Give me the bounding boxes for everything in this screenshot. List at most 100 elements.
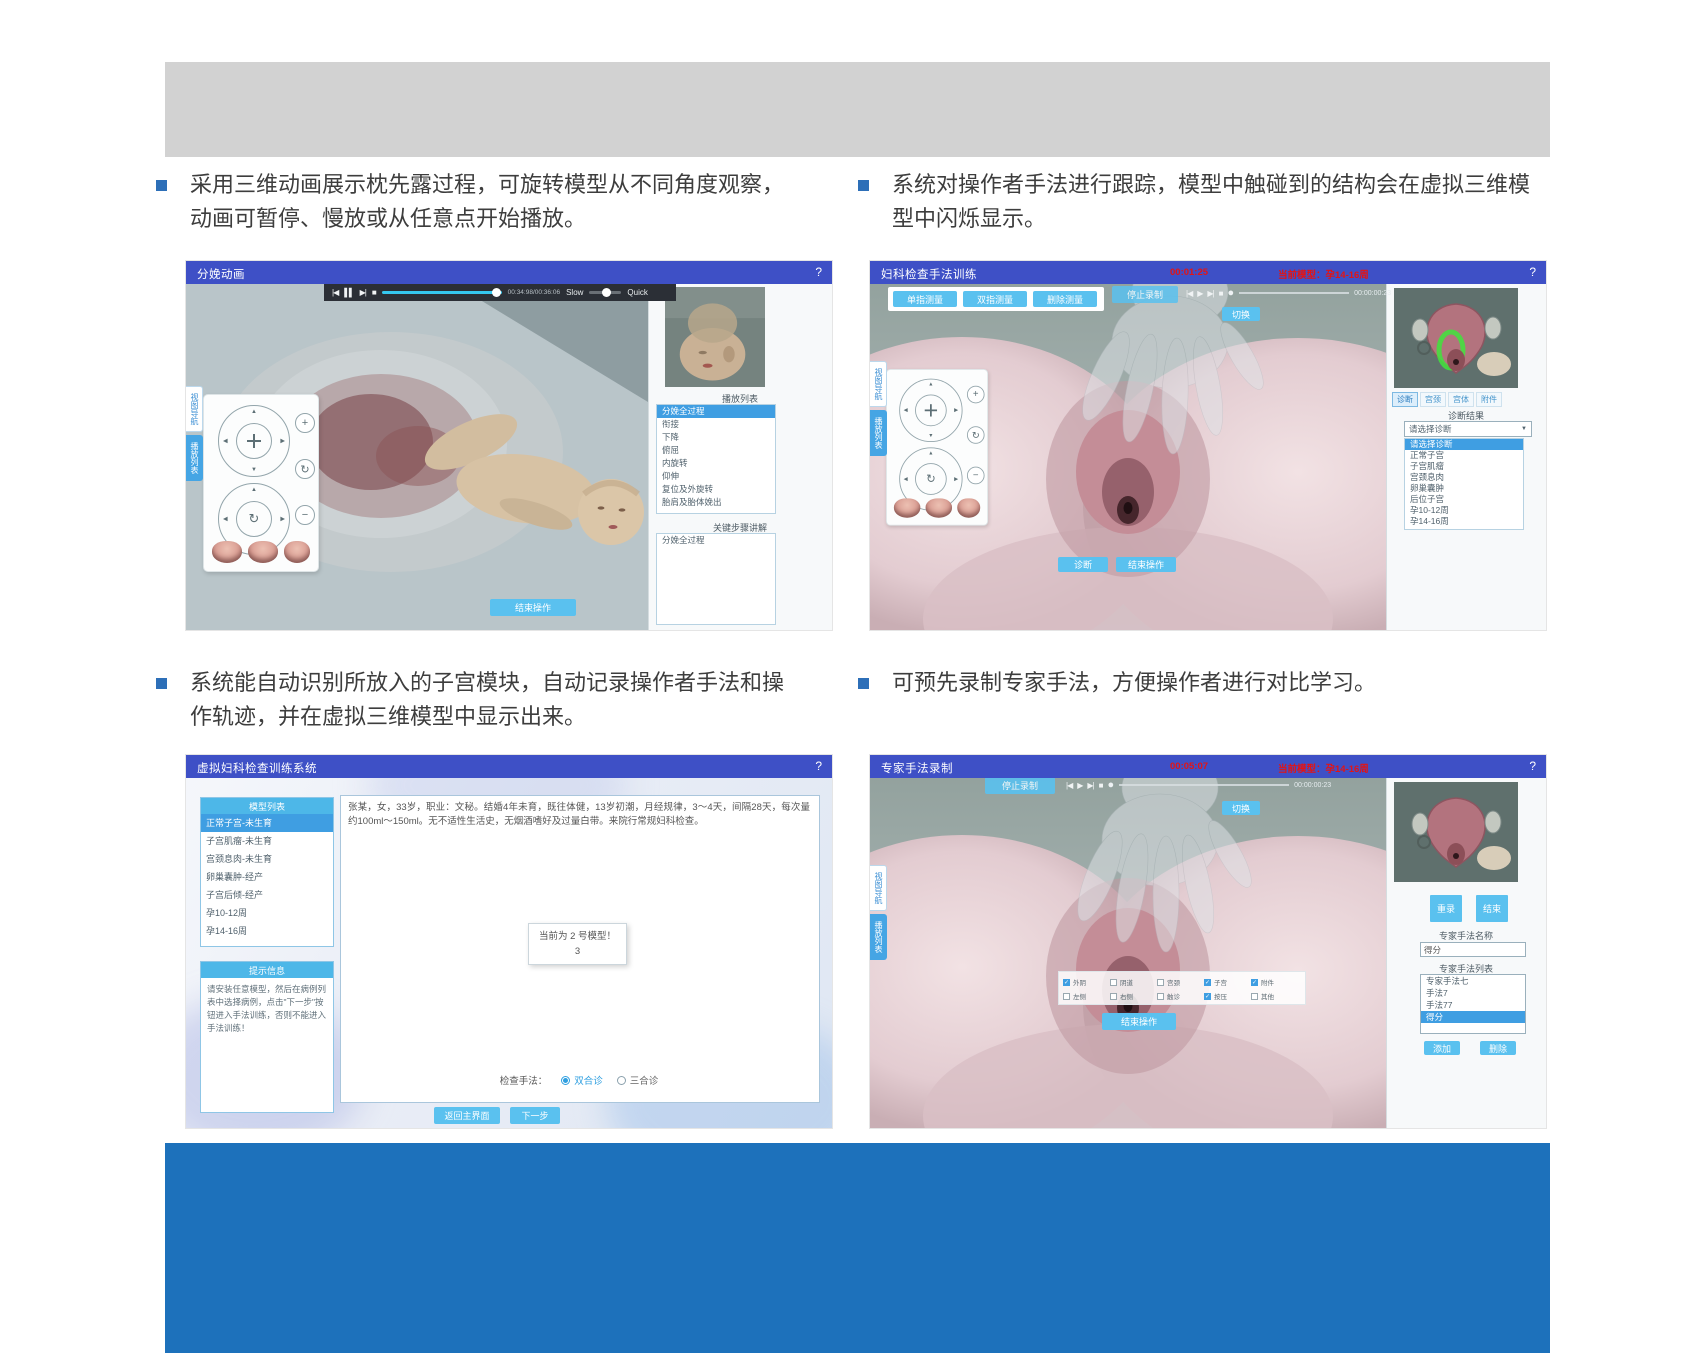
next-frame-icon[interactable]: ▶| bbox=[1087, 781, 1093, 790]
progress-slider[interactable] bbox=[382, 291, 502, 294]
radio-off-icon[interactable] bbox=[617, 1076, 626, 1085]
pan-center-icon[interactable] bbox=[915, 395, 947, 427]
playlist-item[interactable]: 复位及外旋转 bbox=[657, 483, 775, 496]
model-list-item[interactable]: 子宫肌瘤-未生育 bbox=[201, 832, 333, 850]
back-to-main-button[interactable]: 返回主界面 bbox=[434, 1107, 500, 1124]
playlist-item[interactable]: 内旋转 bbox=[657, 457, 775, 470]
uterus-preview-thumbnail[interactable] bbox=[1394, 288, 1518, 388]
model-list-item[interactable]: 卵巢囊肿-经产 bbox=[201, 868, 333, 886]
progress-slider-thumb[interactable] bbox=[492, 288, 501, 297]
model-preset-thumb[interactable] bbox=[894, 498, 920, 517]
next-frame-icon[interactable]: ▶| bbox=[360, 288, 366, 297]
tab-view-navigation[interactable]: 视图导航 bbox=[870, 361, 887, 407]
tab-playlist[interactable]: 播放列表 bbox=[870, 410, 887, 456]
checklist-item[interactable]: 附件 bbox=[1251, 977, 1298, 987]
playlist-item[interactable]: 胎肩及胎体娩出 bbox=[657, 496, 775, 509]
checklist-item[interactable]: 宫颈 bbox=[1157, 977, 1204, 987]
diagnosis-item[interactable]: 后位子宫 bbox=[1405, 494, 1523, 505]
playlist-item[interactable]: 下降 bbox=[657, 431, 775, 444]
diagnosis-item[interactable]: 宫颈息肉 bbox=[1405, 472, 1523, 483]
progress-thumb-icon[interactable]: ● bbox=[1227, 287, 1234, 299]
speed-slider-thumb[interactable] bbox=[602, 288, 611, 297]
tab-diagnosis[interactable]: 诊断 bbox=[1392, 392, 1418, 407]
model-preset-thumb[interactable] bbox=[926, 498, 952, 517]
checklist-item[interactable]: 左侧 bbox=[1063, 991, 1110, 1001]
diagnosis-item[interactable]: 孕14-16周 bbox=[1405, 516, 1523, 527]
switch-view-button[interactable]: 切换 bbox=[1222, 801, 1260, 815]
model-list-item[interactable]: 正常子宫-未生育 bbox=[201, 814, 333, 832]
pause-icon[interactable]: ▌▌ bbox=[344, 288, 353, 297]
help-icon[interactable]: ? bbox=[815, 265, 822, 279]
uterus-preview-thumbnail[interactable] bbox=[1394, 782, 1518, 882]
diagnosis-item[interactable]: 孕10-12周 bbox=[1405, 505, 1523, 516]
diagnosis-dropdown[interactable]: 请选择诊断 ▼ bbox=[1404, 421, 1532, 437]
rotate-center-icon[interactable]: ↻ bbox=[236, 501, 272, 537]
stop-icon[interactable]: ■ bbox=[1219, 289, 1223, 298]
radio-on-icon[interactable] bbox=[561, 1076, 570, 1085]
checklist-item[interactable]: 阴道 bbox=[1110, 977, 1157, 987]
diagnosis-item[interactable]: 卵巢囊肿 bbox=[1405, 483, 1523, 494]
pan-left-icon[interactable]: ◀ bbox=[904, 407, 908, 413]
model-preset-thumb[interactable] bbox=[284, 541, 310, 563]
model-preset-thumb[interactable] bbox=[248, 541, 278, 563]
progress-slider[interactable] bbox=[1119, 784, 1289, 786]
checkbox-icon[interactable] bbox=[1110, 979, 1117, 986]
rotate-right-icon[interactable]: ▶ bbox=[280, 516, 285, 523]
checklist-item[interactable]: 子宫 bbox=[1204, 977, 1251, 987]
checkbox-icon[interactable] bbox=[1157, 993, 1164, 1000]
stop-icon[interactable]: ■ bbox=[372, 288, 376, 297]
add-button[interactable]: 添加 bbox=[1424, 1041, 1460, 1055]
zoom-out-button[interactable]: − bbox=[295, 505, 315, 525]
single-finger-measure-button[interactable]: 单指测量 bbox=[893, 291, 957, 307]
model-list-item[interactable]: 宫颈息肉-未生育 bbox=[201, 850, 333, 868]
delete-button[interactable]: 删除 bbox=[1480, 1041, 1516, 1055]
checklist-item[interactable]: 右侧 bbox=[1110, 991, 1157, 1001]
zoom-in-button[interactable]: + bbox=[295, 413, 315, 433]
tab-uterus-body[interactable]: 宫体 bbox=[1448, 392, 1474, 407]
pan-down-icon[interactable]: ▼ bbox=[251, 467, 257, 473]
reset-view-button[interactable]: ↻ bbox=[295, 459, 315, 479]
pan-control[interactable]: ▲ ▼ ◀ ▶ bbox=[218, 405, 290, 477]
expert-item[interactable]: 得分 bbox=[1421, 1011, 1525, 1023]
diagnose-button[interactable]: 诊断 bbox=[1058, 557, 1108, 572]
checklist-item[interactable]: 按压 bbox=[1204, 991, 1251, 1001]
model-list-item[interactable]: 子宫后倾-经产 bbox=[201, 886, 333, 904]
tab-view-navigation[interactable]: 视图导航 bbox=[870, 865, 887, 911]
progress-thumb-icon[interactable]: ● bbox=[1107, 779, 1114, 791]
checkbox-checked-icon[interactable] bbox=[1063, 979, 1070, 986]
expert-item[interactable]: 专家手法七 bbox=[1421, 975, 1525, 987]
finish-record-button[interactable]: 结束 bbox=[1476, 895, 1508, 922]
play-icon[interactable]: ▶ bbox=[1077, 781, 1082, 790]
rotate-up-icon[interactable]: ▲ bbox=[928, 451, 933, 456]
pan-left-icon[interactable]: ◀ bbox=[223, 438, 228, 445]
checkbox-icon[interactable] bbox=[1251, 993, 1258, 1000]
checkbox-icon[interactable] bbox=[1110, 993, 1117, 1000]
rotate-up-icon[interactable]: ▲ bbox=[251, 487, 257, 493]
stop-icon[interactable]: ■ bbox=[1099, 781, 1103, 790]
model-preset-thumb[interactable] bbox=[212, 541, 242, 563]
help-icon[interactable]: ? bbox=[815, 759, 822, 773]
playlist-item[interactable]: 衔接 bbox=[657, 418, 775, 431]
rotate-left-icon[interactable]: ◀ bbox=[904, 476, 908, 482]
expert-item[interactable]: 手法77 bbox=[1421, 999, 1525, 1011]
pan-control[interactable]: ▲ ▼ ◀ ▶ bbox=[899, 379, 962, 442]
model-preset-thumb[interactable] bbox=[957, 498, 980, 517]
reset-view-button[interactable]: ↻ bbox=[967, 426, 985, 444]
checkbox-checked-icon[interactable] bbox=[1251, 979, 1258, 986]
switch-view-button[interactable]: 切换 bbox=[1222, 307, 1260, 321]
tab-playlist[interactable]: 播放列表 bbox=[870, 914, 887, 960]
checklist-item[interactable]: 外阴 bbox=[1063, 977, 1110, 987]
pan-right-icon[interactable]: ▶ bbox=[280, 438, 285, 445]
tab-view-navigation[interactable]: 视图导航 bbox=[186, 386, 203, 432]
help-icon[interactable]: ? bbox=[1529, 759, 1536, 773]
radio-bimanual[interactable]: 双合诊 bbox=[561, 1073, 603, 1087]
prev-frame-icon[interactable]: |◀ bbox=[1066, 781, 1072, 790]
checkbox-icon[interactable] bbox=[1063, 993, 1070, 1000]
end-operation-button[interactable]: 结束操作 bbox=[1116, 557, 1176, 572]
pan-up-icon[interactable]: ▲ bbox=[251, 409, 257, 415]
prev-frame-icon[interactable]: |◀ bbox=[332, 288, 338, 297]
diagnosis-item[interactable]: 请选择诊断 bbox=[1405, 439, 1523, 450]
tab-cervix[interactable]: 宫颈 bbox=[1420, 392, 1446, 407]
next-step-button[interactable]: 下一步 bbox=[510, 1107, 560, 1124]
zoom-in-button[interactable]: + bbox=[967, 386, 985, 404]
